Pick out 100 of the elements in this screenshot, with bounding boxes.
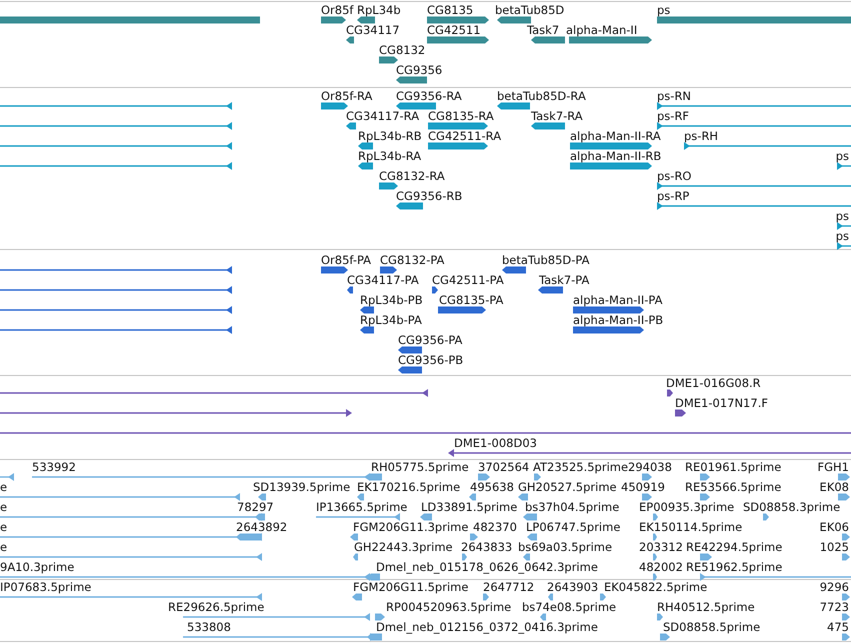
- feature-label: alpha-Man-II-RB: [570, 149, 662, 163]
- feature-label: SD08858.5prime: [663, 620, 760, 634]
- feature-label: bs69a03.5prime: [518, 540, 612, 554]
- feature-label: CG8135-PA: [439, 293, 504, 307]
- feature-label: CG42511: [427, 23, 481, 37]
- feature-label: CG8135: [427, 3, 474, 17]
- feature-label: 495638: [470, 480, 514, 494]
- feature-label: 1025: [820, 540, 849, 554]
- feature-label: alpha-Man-II-RA: [570, 129, 661, 143]
- feature-label: 482370: [473, 520, 517, 534]
- feature-label: bs37h04.5prime: [525, 500, 620, 514]
- feature-label: ps-RP: [657, 189, 690, 203]
- feature-label: SD13939.5prime: [253, 480, 350, 494]
- feature-label: RpL34b-PA: [360, 313, 422, 327]
- feature-label: betaTub85D-PA: [502, 253, 590, 267]
- feature-label: e: [0, 500, 8, 514]
- feature-label: ps: [657, 3, 670, 17]
- feature-label: ps: [836, 209, 849, 223]
- feature-label: Task7: [527, 23, 560, 37]
- feature-label: RE51962.5prime: [686, 560, 782, 574]
- feature-label: ps: [836, 149, 849, 163]
- feature-label: RpL34b-PB: [360, 293, 423, 307]
- feature-label: AT23525.5prime: [533, 460, 628, 474]
- feature-label: CG9356-PB: [398, 353, 464, 367]
- feature-label: EP00935.3prime: [639, 500, 734, 514]
- feature-label: DME1-016G08.R: [666, 376, 761, 390]
- feature-label: CG8135-RA: [428, 109, 494, 123]
- feature-label: CG8132-PA: [380, 253, 444, 267]
- feature-label: 482002: [639, 560, 683, 574]
- feature-label: 3702564: [478, 460, 530, 474]
- feature-label: RH40512.5prime: [657, 600, 755, 614]
- feature-label: 2643833: [461, 540, 512, 554]
- feature-label: Or85f-PA: [321, 253, 372, 267]
- feature-label: CG8132-RA: [379, 169, 445, 183]
- feature-label: 2643892: [236, 520, 288, 534]
- feature-label: CG42511-RA: [428, 129, 502, 143]
- feature-label: DME1-008D03: [454, 436, 537, 450]
- feature-label: 7723: [820, 600, 849, 614]
- feature-label: Task7-PA: [539, 273, 590, 287]
- feature-label: 2643903: [547, 580, 598, 594]
- feature-label: 450919: [621, 480, 665, 494]
- feature-label: GH22443.3prime: [354, 540, 453, 554]
- feature-label: alpha-Man-II: [566, 23, 638, 37]
- feature-label: Dmel_neb_012156_0372_0416.3prime: [376, 620, 598, 634]
- feature-label: 294038: [628, 460, 672, 474]
- feature-label: Or85f: [321, 3, 354, 17]
- feature-label: betaTub85D-RA: [497, 89, 586, 103]
- feature-label: 533992: [32, 460, 76, 474]
- feature-label: CG34117-PA: [347, 273, 419, 287]
- feature-label: 2647712: [483, 580, 534, 594]
- feature-label: EK08: [820, 480, 849, 494]
- feature-label: LP06747.5prime: [526, 520, 620, 534]
- feature-label: CG34117: [346, 23, 400, 37]
- feature-label: e: [0, 520, 8, 534]
- feature-label: CG9356: [396, 63, 442, 77]
- feature-label: alpha-Man-II-PA: [573, 293, 662, 307]
- feature-label: betaTub85D: [495, 3, 564, 17]
- feature-label: LD33891.5prime: [421, 500, 518, 514]
- feature-label: RP004520963.5prime: [386, 600, 512, 614]
- feature-label: FGM206G11.5prime: [353, 580, 468, 594]
- feature-label: DME1-017N17.F: [675, 396, 768, 410]
- feature-label: EK06: [820, 520, 849, 534]
- feature-label: RE53566.5prime: [685, 480, 782, 494]
- feature-label: CG42511-PA: [432, 273, 504, 287]
- feature-label: 9296: [820, 580, 849, 594]
- feature-label: FGH1: [818, 460, 849, 474]
- feature-label: RpL34b-RA: [358, 149, 422, 163]
- feature-label: 9A10.3prime: [0, 560, 74, 574]
- feature-label: alpha-Man-II-PB: [573, 313, 664, 327]
- feature-label: ps: [836, 229, 849, 243]
- feature-label: 203312: [639, 540, 683, 554]
- feature-label: 475: [827, 620, 849, 634]
- feature-label: Or85f-RA: [321, 89, 372, 103]
- feature-label: RE29626.5prime: [168, 600, 264, 614]
- feature-label: RpL34b-RB: [358, 129, 422, 143]
- feature-label: EK150114.5prime: [639, 520, 742, 534]
- feature-label: 78297: [237, 500, 274, 514]
- feature-label: SD08858.3prime: [743, 500, 840, 514]
- feature-label: ps-RH: [684, 129, 718, 143]
- feature-label: ps-RO: [657, 169, 692, 183]
- feature-label: 533808: [187, 620, 231, 634]
- feature-label: GH20527.5prime: [518, 480, 617, 494]
- feature-label: CG9356-RB: [396, 189, 462, 203]
- feature-label: EK170216.5prime: [357, 480, 460, 494]
- feature-label: Dmel_neb_015178_0626_0642.3prime: [376, 560, 598, 574]
- feature-label: Task7-RA: [531, 109, 583, 123]
- feature-label: e: [0, 540, 8, 554]
- feature-label: RpL34b: [357, 3, 401, 17]
- feature-label: EK045822.5prime: [604, 580, 708, 594]
- feature-label: CG34117-RA: [346, 109, 420, 123]
- feature-label: RE42294.5prime: [686, 540, 782, 554]
- feature-label: IP13665.5prime: [316, 500, 408, 514]
- feature-label: FGM206G11.3prime: [353, 520, 468, 534]
- feature-label: bs74e08.5prime: [522, 600, 616, 614]
- feature-label: e: [0, 480, 8, 494]
- feature-label: RE01961.5prime: [685, 460, 782, 474]
- feature-label: ps-RN: [657, 89, 692, 103]
- feature-label: CG9356-PA: [398, 333, 462, 347]
- feature-label: ps-RF: [657, 109, 690, 123]
- feature-label: RH05775.5prime: [371, 460, 469, 474]
